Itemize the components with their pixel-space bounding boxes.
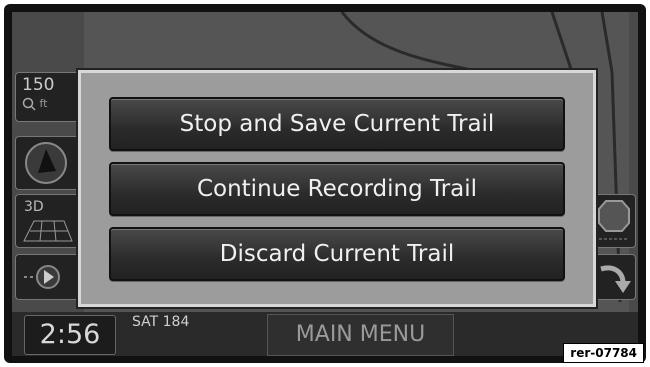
- nav-screen: 150 ft 3D Stop and Save Current Trail Co…: [12, 12, 638, 356]
- view-mode-label: 3D: [24, 199, 44, 215]
- zoom-icon: [22, 97, 36, 111]
- scale-unit-label: ft: [39, 97, 48, 110]
- status-bar: 2:56 SAT 184 MAIN MENU: [12, 312, 638, 356]
- route-button[interactable]: [15, 254, 79, 300]
- stop-button[interactable]: [592, 194, 636, 248]
- discard-trail-button[interactable]: Discard Current Trail: [109, 227, 565, 281]
- stop-and-save-trail-button[interactable]: Stop and Save Current Trail: [109, 97, 565, 151]
- turn-button[interactable]: [592, 254, 636, 300]
- compass-button[interactable]: [15, 136, 79, 190]
- trail-options-dialog: Stop and Save Current Trail Continue Rec…: [78, 70, 596, 307]
- compass-icon: [25, 142, 67, 184]
- turn-arrow-icon: [600, 265, 631, 293]
- view-3d-button[interactable]: 3D: [15, 194, 79, 248]
- continue-recording-trail-button[interactable]: Continue Recording Trail: [109, 162, 565, 216]
- main-menu-button[interactable]: MAIN MENU: [267, 314, 454, 356]
- route-icon: [24, 265, 60, 289]
- clock[interactable]: 2:56: [24, 315, 116, 355]
- scale-unit: ft: [22, 97, 48, 111]
- scale-value: 150: [22, 75, 55, 95]
- reference-code: rer-07784: [563, 343, 644, 363]
- day-date: SAT 184: [132, 314, 190, 330]
- stop-icon: [598, 200, 630, 240]
- map-scale-button[interactable]: 150 ft: [15, 72, 79, 122]
